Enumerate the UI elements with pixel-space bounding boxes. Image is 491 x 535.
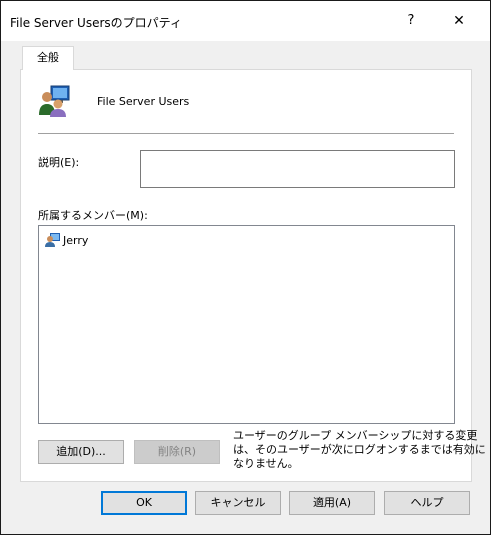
separator: [38, 133, 454, 134]
window-title: File Server Usersのプロパティ: [10, 16, 182, 30]
member-name: Jerry: [63, 233, 89, 247]
note-line: ユーザーのグループ メンバーシップに対する変更: [233, 429, 478, 442]
title-bar[interactable]: File Server Usersのプロパティ ? ✕: [1, 1, 490, 41]
membership-note: ユーザーのグループ メンバーシップに対する変更 は、そのユーザーが次にログオンす…: [233, 429, 486, 471]
cancel-button[interactable]: キャンセル: [195, 491, 281, 515]
members-label: 所属するメンバー(M):: [38, 209, 148, 222]
properties-dialog: File Server Usersのプロパティ ? ✕ 全般 File Serv…: [0, 0, 491, 535]
description-field[interactable]: [140, 150, 455, 188]
group-name: File Server Users: [97, 95, 190, 108]
help-icon[interactable]: ?: [393, 6, 429, 36]
group-icon: [39, 85, 70, 117]
help-button[interactable]: ヘルプ: [384, 491, 470, 515]
description-label: 説明(E):: [38, 156, 80, 169]
note-line: なりません。: [233, 457, 299, 470]
add-button[interactable]: 追加(D)...: [38, 440, 124, 464]
note-line: は、そのユーザーが次にログオンするまでは有効に: [233, 443, 486, 456]
tab-general[interactable]: 全般: [22, 46, 74, 70]
user-icon: [45, 233, 60, 247]
members-list[interactable]: Jerry: [38, 225, 455, 424]
remove-button[interactable]: 削除(R): [134, 440, 220, 464]
tab-general-label: 全般: [37, 51, 59, 64]
list-item[interactable]: Jerry: [45, 232, 88, 248]
close-icon[interactable]: ✕: [441, 6, 477, 36]
apply-button[interactable]: 適用(A): [289, 491, 375, 515]
ok-button[interactable]: OK: [101, 491, 187, 515]
